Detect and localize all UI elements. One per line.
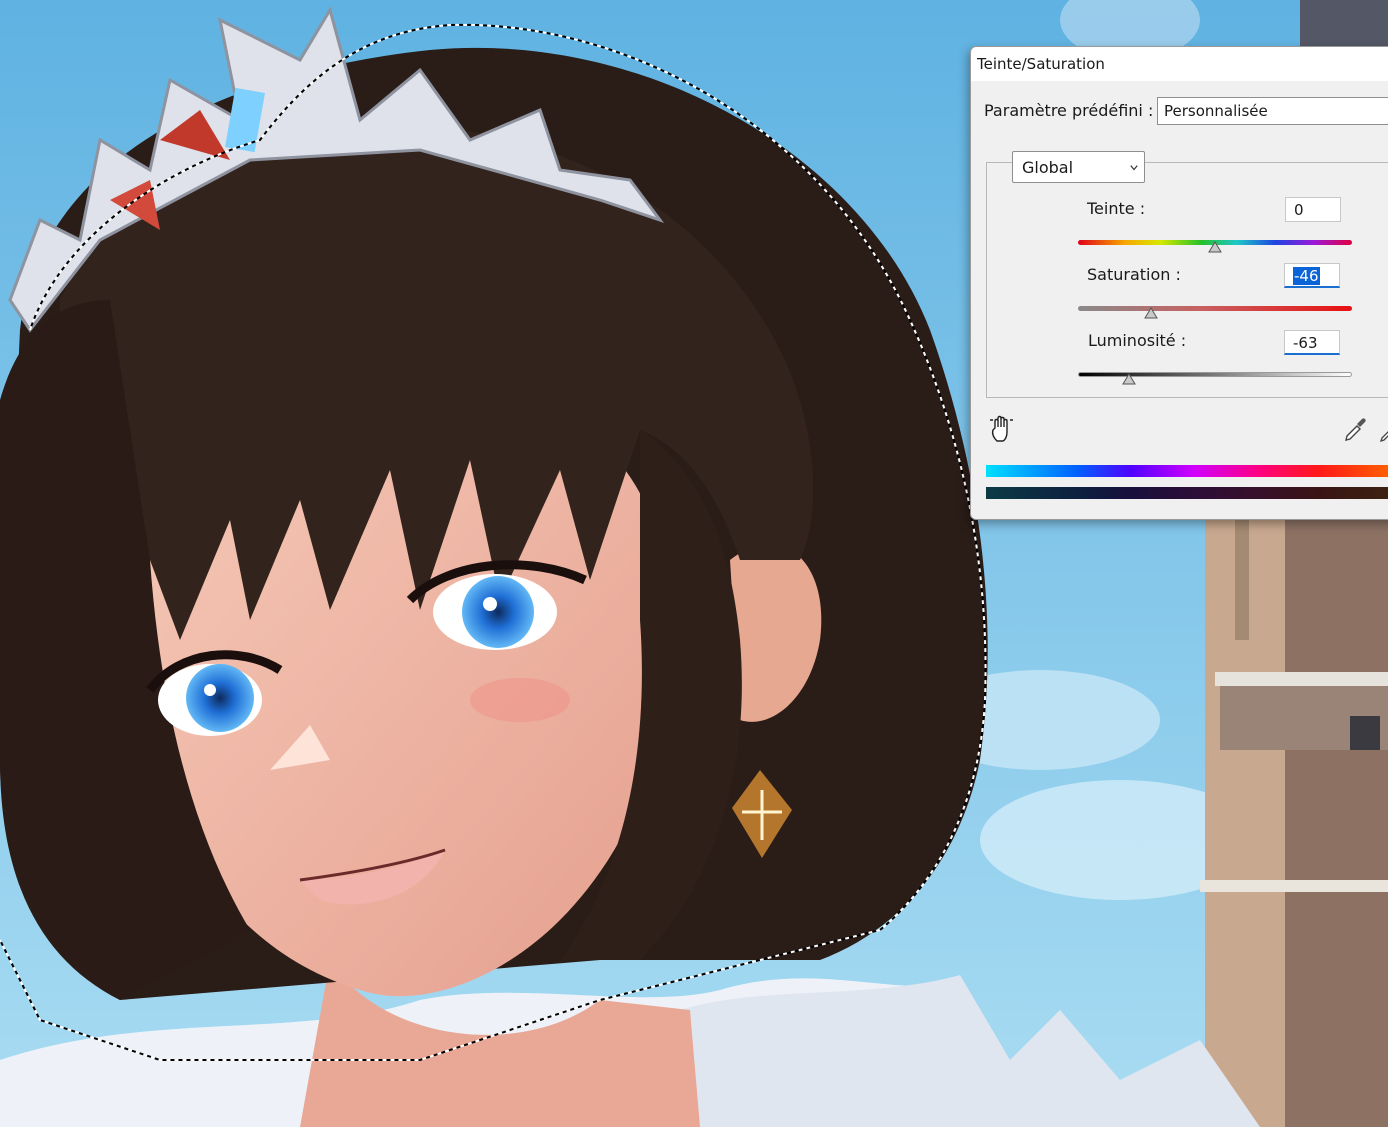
dialog-title: Teinte/Saturation	[977, 55, 1105, 73]
channel-dropdown[interactable]: Global	[1012, 151, 1145, 183]
saturation-label: Saturation :	[1087, 265, 1181, 284]
dialog-titlebar[interactable]: Teinte/Saturation	[971, 47, 1388, 81]
saturation-input[interactable]: -46	[1284, 263, 1340, 288]
saturation-value: -46	[1293, 267, 1320, 285]
saturation-slider-thumb[interactable]	[1144, 307, 1158, 319]
eyedropper-icon[interactable]	[1343, 417, 1367, 443]
lightness-slider-thumb[interactable]	[1122, 373, 1136, 385]
hue-spectrum-bar	[986, 465, 1388, 477]
lightness-slider-track[interactable]	[1078, 372, 1352, 377]
hue-value: 0	[1294, 201, 1304, 219]
preset-dropdown[interactable]: Personnalisée	[1157, 97, 1388, 125]
preset-label: Paramètre prédéfini :	[984, 101, 1154, 120]
hand-adjust-icon[interactable]	[989, 415, 1015, 443]
lightness-input[interactable]: -63	[1284, 330, 1340, 355]
hue-label: Teinte :	[1087, 199, 1146, 218]
adjusted-spectrum-bar	[986, 487, 1388, 499]
saturation-slider-track[interactable]	[1078, 306, 1352, 311]
hue-saturation-dialog: Teinte/Saturation Paramètre prédéfini : …	[970, 46, 1388, 520]
hue-slider-thumb[interactable]	[1208, 241, 1222, 253]
channel-value: Global	[1022, 158, 1074, 177]
chevron-down-icon	[1130, 165, 1138, 171]
lightness-label: Luminosité :	[1088, 331, 1187, 350]
lightness-value: -63	[1293, 334, 1318, 352]
eyedropper-plus-icon[interactable]	[1379, 423, 1388, 443]
hue-input[interactable]: 0	[1285, 197, 1341, 222]
preset-value: Personnalisée	[1164, 102, 1268, 120]
